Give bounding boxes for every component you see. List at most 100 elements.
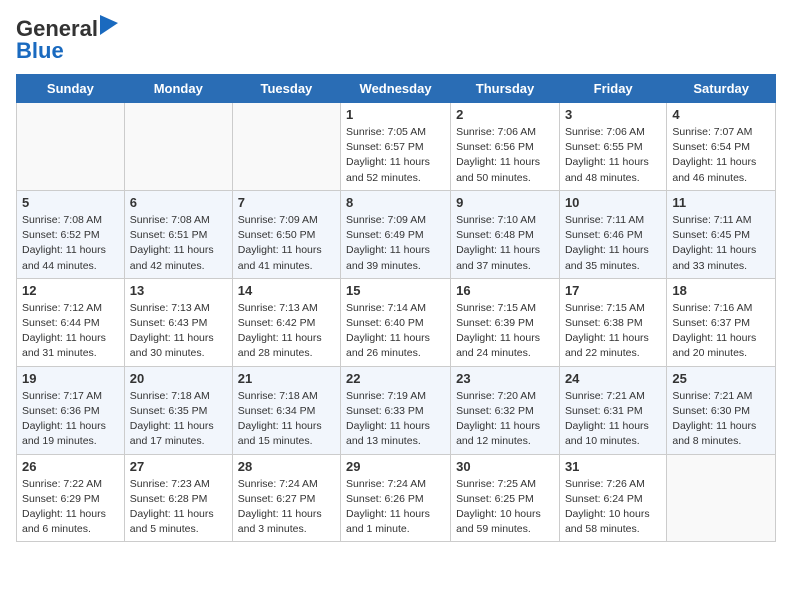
calendar-table: SundayMondayTuesdayWednesdayThursdayFrid… — [16, 74, 776, 542]
day-number: 2 — [456, 107, 554, 122]
calendar-cell: 3 Sunrise: 7:06 AMSunset: 6:55 PMDaylight… — [559, 103, 666, 191]
day-header-tuesday: Tuesday — [232, 75, 340, 103]
day-number: 9 — [456, 195, 554, 210]
day-info: Sunrise: 7:08 AMSunset: 6:52 PMDaylight:… — [22, 213, 119, 274]
logo-arrow-icon — [100, 15, 118, 35]
calendar-cell — [17, 103, 125, 191]
calendar-cell: 10 Sunrise: 7:11 AMSunset: 6:46 PMDayligh… — [559, 190, 666, 278]
day-number: 11 — [672, 195, 770, 210]
calendar-cell: 8Sunrise: 7:09 AMSunset: 6:49 PMDaylight… — [341, 190, 451, 278]
day-header-monday: Monday — [124, 75, 232, 103]
day-info: Sunrise: 7:12 AMSunset: 6:44 PMDaylight:… — [22, 301, 119, 362]
calendar-cell: 17Sunrise: 7:15 AMSunset: 6:38 PMDayligh… — [559, 278, 666, 366]
day-number: 5 — [22, 195, 119, 210]
calendar-cell: 2 Sunrise: 7:06 AMSunset: 6:56 PMDaylight… — [451, 103, 560, 191]
day-number: 20 — [130, 371, 227, 386]
day-header-sunday: Sunday — [17, 75, 125, 103]
day-info: Sunrise: 7:18 AMSunset: 6:35 PMDaylight:… — [130, 389, 227, 450]
day-info: Sunrise: 7:11 AMSunset: 6:45 PMDaylight:… — [672, 213, 770, 274]
page-header: General Blue — [16, 16, 776, 64]
calendar-cell: 28 Sunrise: 7:24 AMSunset: 6:27 PMDayligh… — [232, 454, 340, 542]
calendar-cell — [667, 454, 776, 542]
day-info: Sunrise: 7:15 AMSunset: 6:39 PMDaylight:… — [456, 301, 554, 362]
day-info: Sunrise: 7:09 AMSunset: 6:50 PMDaylight:… — [238, 213, 335, 274]
calendar-cell: 12 Sunrise: 7:12 AMSunset: 6:44 PMDayligh… — [17, 278, 125, 366]
calendar-cell: 15Sunrise: 7:14 AMSunset: 6:40 PMDayligh… — [341, 278, 451, 366]
day-number: 24 — [565, 371, 661, 386]
calendar-cell: 13Sunrise: 7:13 AMSunset: 6:43 PMDayligh… — [124, 278, 232, 366]
day-number: 8 — [346, 195, 445, 210]
day-info: Sunrise: 7:11 AMSunset: 6:46 PMDaylight:… — [565, 213, 661, 274]
day-number: 21 — [238, 371, 335, 386]
day-number: 6 — [130, 195, 227, 210]
calendar-cell: 23 Sunrise: 7:20 AMSunset: 6:32 PMDayligh… — [451, 366, 560, 454]
calendar-cell: 30Sunrise: 7:25 AMSunset: 6:25 PMDayligh… — [451, 454, 560, 542]
calendar-cell: 27 Sunrise: 7:23 AMSunset: 6:28 PMDayligh… — [124, 454, 232, 542]
day-info: Sunrise: 7:21 AMSunset: 6:31 PMDaylight:… — [565, 389, 661, 450]
day-number: 27 — [130, 459, 227, 474]
week-row-3: 12 Sunrise: 7:12 AMSunset: 6:44 PMDayligh… — [17, 278, 776, 366]
day-info: Sunrise: 7:24 AMSunset: 6:27 PMDaylight:… — [238, 477, 335, 538]
day-info: Sunrise: 7:13 AMSunset: 6:42 PMDaylight:… — [238, 301, 335, 362]
day-number: 16 — [456, 283, 554, 298]
day-number: 31 — [565, 459, 661, 474]
day-info: Sunrise: 7:18 AMSunset: 6:34 PMDaylight:… — [238, 389, 335, 450]
calendar-cell: 29Sunrise: 7:24 AMSunset: 6:26 PMDayligh… — [341, 454, 451, 542]
day-info: Sunrise: 7:21 AMSunset: 6:30 PMDaylight:… — [672, 389, 770, 450]
day-number: 25 — [672, 371, 770, 386]
day-number: 15 — [346, 283, 445, 298]
day-info: Sunrise: 7:06 AMSunset: 6:55 PMDaylight:… — [565, 125, 661, 186]
day-info: Sunrise: 7:08 AMSunset: 6:51 PMDaylight:… — [130, 213, 227, 274]
calendar-cell: 7 Sunrise: 7:09 AMSunset: 6:50 PMDaylight… — [232, 190, 340, 278]
day-number: 14 — [238, 283, 335, 298]
day-number: 7 — [238, 195, 335, 210]
day-info: Sunrise: 7:16 AMSunset: 6:37 PMDaylight:… — [672, 301, 770, 362]
day-info: Sunrise: 7:06 AMSunset: 6:56 PMDaylight:… — [456, 125, 554, 186]
day-info: Sunrise: 7:13 AMSunset: 6:43 PMDaylight:… — [130, 301, 227, 362]
day-number: 18 — [672, 283, 770, 298]
calendar-cell: 5 Sunrise: 7:08 AMSunset: 6:52 PMDaylight… — [17, 190, 125, 278]
day-number: 10 — [565, 195, 661, 210]
day-header-thursday: Thursday — [451, 75, 560, 103]
calendar-cell: 21 Sunrise: 7:18 AMSunset: 6:34 PMDayligh… — [232, 366, 340, 454]
calendar-cell: 18 Sunrise: 7:16 AMSunset: 6:37 PMDayligh… — [667, 278, 776, 366]
day-info: Sunrise: 7:07 AMSunset: 6:54 PMDaylight:… — [672, 125, 770, 186]
week-row-5: 26 Sunrise: 7:22 AMSunset: 6:29 PMDayligh… — [17, 454, 776, 542]
day-header-friday: Friday — [559, 75, 666, 103]
calendar-cell — [232, 103, 340, 191]
day-number: 23 — [456, 371, 554, 386]
day-number: 1 — [346, 107, 445, 122]
week-row-4: 19 Sunrise: 7:17 AMSunset: 6:36 PMDayligh… — [17, 366, 776, 454]
day-info: Sunrise: 7:19 AMSunset: 6:33 PMDaylight:… — [346, 389, 445, 450]
logo: General Blue — [16, 16, 118, 64]
day-info: Sunrise: 7:26 AMSunset: 6:24 PMDaylight:… — [565, 477, 661, 538]
day-header-wednesday: Wednesday — [341, 75, 451, 103]
day-number: 4 — [672, 107, 770, 122]
calendar-cell: 14 Sunrise: 7:13 AMSunset: 6:42 PMDayligh… — [232, 278, 340, 366]
day-number: 19 — [22, 371, 119, 386]
week-row-1: 1Sunrise: 7:05 AMSunset: 6:57 PMDaylight… — [17, 103, 776, 191]
calendar-cell — [124, 103, 232, 191]
days-header-row: SundayMondayTuesdayWednesdayThursdayFrid… — [17, 75, 776, 103]
day-number: 26 — [22, 459, 119, 474]
day-number: 3 — [565, 107, 661, 122]
calendar-cell: 4 Sunrise: 7:07 AMSunset: 6:54 PMDaylight… — [667, 103, 776, 191]
calendar-cell: 9 Sunrise: 7:10 AMSunset: 6:48 PMDaylight… — [451, 190, 560, 278]
calendar-cell: 26 Sunrise: 7:22 AMSunset: 6:29 PMDayligh… — [17, 454, 125, 542]
day-info: Sunrise: 7:20 AMSunset: 6:32 PMDaylight:… — [456, 389, 554, 450]
day-number: 12 — [22, 283, 119, 298]
calendar-cell: 25 Sunrise: 7:21 AMSunset: 6:30 PMDayligh… — [667, 366, 776, 454]
calendar-cell: 24 Sunrise: 7:21 AMSunset: 6:31 PMDayligh… — [559, 366, 666, 454]
day-info: Sunrise: 7:22 AMSunset: 6:29 PMDaylight:… — [22, 477, 119, 538]
calendar-cell: 11 Sunrise: 7:11 AMSunset: 6:45 PMDayligh… — [667, 190, 776, 278]
day-info: Sunrise: 7:23 AMSunset: 6:28 PMDaylight:… — [130, 477, 227, 538]
day-number: 28 — [238, 459, 335, 474]
day-info: Sunrise: 7:10 AMSunset: 6:48 PMDaylight:… — [456, 213, 554, 274]
day-info: Sunrise: 7:25 AMSunset: 6:25 PMDaylight:… — [456, 477, 554, 538]
day-number: 22 — [346, 371, 445, 386]
day-number: 29 — [346, 459, 445, 474]
calendar-cell: 16 Sunrise: 7:15 AMSunset: 6:39 PMDayligh… — [451, 278, 560, 366]
day-info: Sunrise: 7:17 AMSunset: 6:36 PMDaylight:… — [22, 389, 119, 450]
day-info: Sunrise: 7:15 AMSunset: 6:38 PMDaylight:… — [565, 301, 661, 362]
calendar-cell: 1Sunrise: 7:05 AMSunset: 6:57 PMDaylight… — [341, 103, 451, 191]
